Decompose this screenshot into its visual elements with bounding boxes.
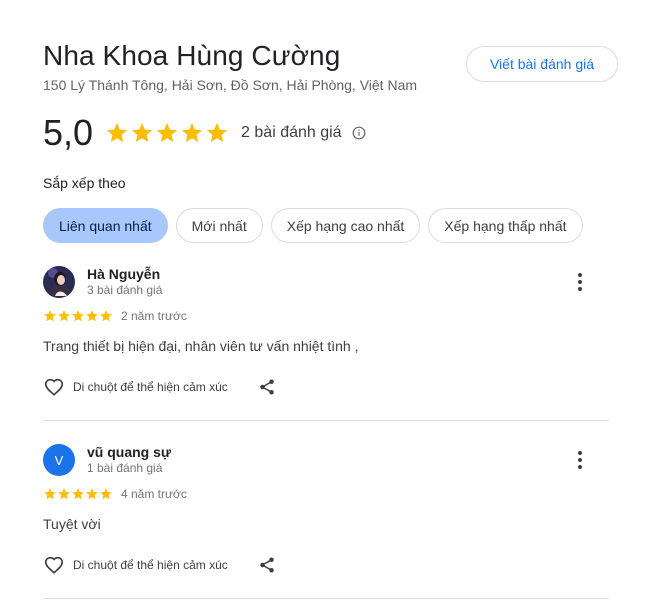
heart-icon[interactable] xyxy=(43,376,65,398)
reaction-hint: Di chuột để thể hiện cảm xúc xyxy=(73,558,228,572)
avatar[interactable]: V xyxy=(43,444,75,476)
review-stars xyxy=(43,309,113,323)
review-count: 2 bài đánh giá xyxy=(241,124,342,141)
reviewer-review-count: 1 bài đánh giá xyxy=(87,461,163,475)
write-review-button[interactable]: Viết bài đánh giá xyxy=(466,46,618,82)
star-icon xyxy=(157,123,178,142)
share-icon[interactable] xyxy=(258,378,276,396)
divider xyxy=(43,598,609,599)
sort-chip-newest[interactable]: Mới nhất xyxy=(175,208,263,243)
star-icon xyxy=(207,123,228,142)
sort-chip-highest[interactable]: Xếp hạng cao nhất xyxy=(270,208,421,243)
place-title: Nha Khoa Hùng Cường xyxy=(43,40,341,71)
share-icon[interactable] xyxy=(258,556,276,574)
review-rating: 2 năm trước xyxy=(43,309,187,323)
sort-chip-lowest[interactable]: Xếp hạng thấp nhất xyxy=(428,208,583,243)
star-icon xyxy=(58,488,70,500)
sort-label: Sắp xếp theo xyxy=(43,175,126,191)
review-time: 2 năm trước xyxy=(121,309,187,323)
reviewer-review-count: 3 bài đánh giá xyxy=(87,283,163,297)
star-icon xyxy=(100,488,112,500)
review-rating: 4 năm trước xyxy=(43,487,187,501)
review-text: Trang thiết bị hiện đại, nhân viên tư vấ… xyxy=(43,338,359,354)
more-options-icon[interactable] xyxy=(570,448,590,472)
star-icon xyxy=(132,123,153,142)
avatar-photo-icon xyxy=(43,266,75,298)
review-actions: Di chuột để thể hiện cảm xúc xyxy=(43,376,276,398)
star-icon xyxy=(44,488,56,500)
rating-stars xyxy=(105,121,229,145)
review-stars xyxy=(43,487,113,501)
rating-value: 5,0 xyxy=(43,112,94,153)
divider xyxy=(43,420,609,421)
reviewer-name[interactable]: Hà Nguyễn xyxy=(87,266,160,282)
star-icon xyxy=(44,310,56,322)
place-address: 150 Lý Thánh Tông, Hải Sơn, Đồ Sơn, Hải … xyxy=(43,77,418,93)
sort-chip-relevant[interactable]: Liên quan nhất xyxy=(43,208,168,243)
review-actions: Di chuột để thể hiện cảm xúc xyxy=(43,554,276,576)
avatar[interactable] xyxy=(43,266,75,298)
star-icon xyxy=(58,310,70,322)
star-icon xyxy=(72,488,84,500)
rating-summary: 5,0 2 bài đánh giá xyxy=(43,113,366,153)
star-icon xyxy=(86,488,98,500)
review-text: Tuyệt vời xyxy=(43,516,101,532)
heart-icon[interactable] xyxy=(43,554,65,576)
more-options-icon[interactable] xyxy=(570,270,590,294)
star-icon xyxy=(86,310,98,322)
info-icon[interactable] xyxy=(352,126,366,140)
reaction-hint: Di chuột để thể hiện cảm xúc xyxy=(73,380,228,394)
review-time: 4 năm trước xyxy=(121,487,187,501)
star-icon xyxy=(100,310,112,322)
star-icon xyxy=(107,123,128,142)
star-icon xyxy=(72,310,84,322)
star-icon xyxy=(182,123,203,142)
reviewer-name[interactable]: vũ quang sự xyxy=(87,444,171,460)
sort-chips: Liên quan nhất Mới nhất Xếp hạng cao nhấ… xyxy=(43,208,583,243)
